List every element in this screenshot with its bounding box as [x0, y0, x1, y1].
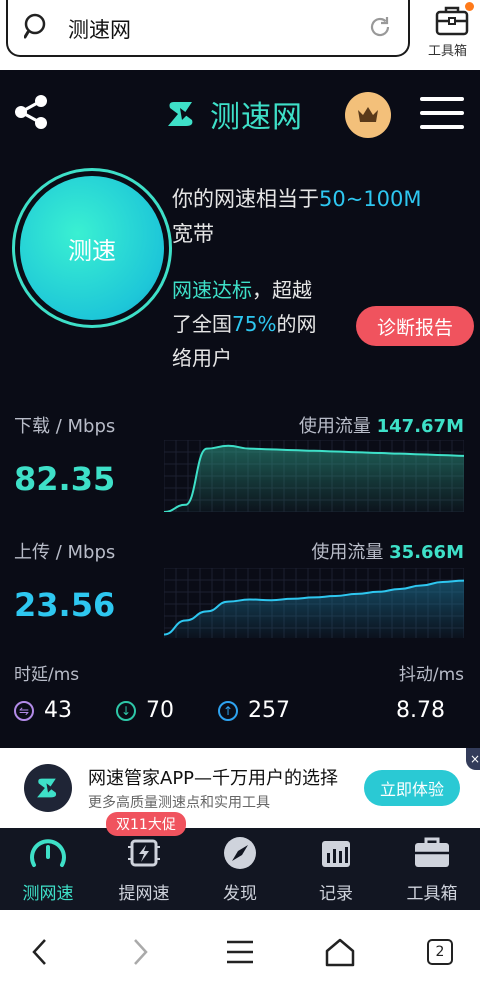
compass-icon [224, 837, 256, 869]
ping-value: 43 [44, 698, 72, 723]
forward-button[interactable] [120, 932, 160, 972]
download-latency-item: ↓ 70 [116, 698, 174, 723]
download-latency-value: 70 [146, 698, 174, 723]
app-logo: 测速网 [164, 92, 303, 136]
logo-text: 测速网 [210, 100, 303, 135]
upload-latency-item: ↑ 257 [218, 698, 290, 723]
upload-speed-value: 23.56 [14, 586, 116, 624]
ranking-summary: 网速达标，超越 了全国75%的网 络用户 [172, 278, 317, 370]
ad-try-now-button[interactable]: 立即体验 [364, 770, 460, 806]
bandwidth-summary: 你的网速相当于50~100M 宽带 [172, 187, 422, 246]
menu-icon [420, 97, 464, 101]
jitter-item: 8.78 [396, 698, 445, 723]
download-traffic: 使用流量 147.67M [298, 416, 464, 437]
download-trend-area [164, 445, 464, 512]
tabs-button[interactable]: 2 [420, 932, 460, 972]
download-chart [164, 440, 464, 512]
diagnose-report-button[interactable]: 诊断报告 [356, 306, 474, 346]
nav-label: 提网速 [118, 884, 170, 904]
chevron-right-icon [134, 939, 148, 965]
nav-label: 发现 [223, 884, 257, 904]
arrow-down-icon: ↓ [116, 700, 136, 721]
record-chart-icon [322, 841, 350, 867]
browser-toolbox-button[interactable]: 工具箱 [424, 2, 480, 62]
nav-item-records[interactable]: 记录 [288, 828, 384, 910]
toolbox-icon [435, 6, 469, 36]
toolbox-label: 工具箱 [428, 44, 468, 59]
share-icon[interactable] [14, 94, 50, 130]
gauge-icon [30, 839, 66, 867]
nav-label: 记录 [319, 884, 353, 904]
nav-item-boost[interactable]: 提网速 [96, 828, 192, 910]
browser-top-bar: 测速网 工具箱 [0, 0, 480, 70]
upload-trend-area [164, 580, 464, 638]
notification-dot [465, 2, 474, 11]
logo-icon [37, 778, 57, 798]
upload-chart [164, 568, 464, 638]
upload-label: 上传 / Mbps [14, 542, 116, 563]
download-label: 下载 / Mbps [14, 416, 116, 437]
start-test-button[interactable]: 测速 [20, 176, 164, 320]
ping-icon: ⇋ [14, 700, 34, 721]
close-icon: × [469, 752, 480, 766]
ad-banner[interactable]: 网速管家APP—千万用户的选择 更多高质量测速点和实用工具 立即体验 × [0, 748, 480, 828]
nav-item-toolbox[interactable]: 工具箱 [384, 828, 480, 910]
home-button[interactable] [320, 932, 360, 972]
latency-label: 时延/ms [14, 665, 80, 685]
jitter-label: 抖动/ms [398, 665, 464, 685]
ping-item: ⇋ 43 [14, 698, 72, 723]
upload-traffic: 使用流量 35.66M [311, 542, 464, 563]
start-test-label: 测速 [68, 236, 116, 265]
crown-icon [358, 107, 378, 122]
search-text[interactable]: 测速网 [68, 14, 131, 44]
upload-traffic-value: 35.66M [389, 542, 464, 563]
home-icon [325, 938, 355, 967]
menu-icon [227, 940, 253, 964]
nav-item-speedtest[interactable]: 测网速 [0, 828, 96, 910]
search-icon [24, 13, 46, 39]
search-box[interactable]: 测速网 [6, 0, 410, 57]
speedtest-app: 测速网 测速 你的网速相当于50~100M 宽带 网速达标，超越 了全国75%的… [0, 70, 480, 748]
jitter-value: 8.78 [396, 698, 445, 723]
speed-status: 网速达标 [172, 278, 252, 302]
promo-badge: 双11大促 [106, 812, 186, 836]
nav-label: 测网速 [22, 884, 74, 904]
ad-subtitle: 更多高质量测速点和实用工具 [88, 795, 270, 811]
logo-icon [168, 102, 193, 126]
browser-bottom-bar: 2 [0, 910, 480, 998]
toolbox-icon [415, 837, 449, 867]
browser-menu-button[interactable] [220, 932, 260, 972]
arrow-up-icon: ↑ [218, 700, 238, 721]
nav-item-discover[interactable]: 发现 [192, 828, 288, 910]
chevron-left-icon [32, 939, 46, 965]
bandwidth-value: 50~100M [319, 187, 422, 211]
vip-crown-button[interactable] [345, 92, 391, 138]
download-speed-value: 82.35 [14, 460, 116, 498]
download-traffic-value: 147.67M [376, 416, 464, 437]
reload-icon[interactable] [368, 15, 392, 39]
upload-latency-value: 257 [248, 698, 290, 723]
app-bottom-nav: 测网速 提网速 发现 记录 工具箱 [0, 828, 480, 910]
chip-bolt-icon [128, 839, 160, 867]
nav-label: 工具箱 [406, 884, 458, 904]
back-button[interactable] [20, 932, 60, 972]
ad-title: 网速管家APP—千万用户的选择 [88, 768, 339, 789]
ranking-percent: 75% [232, 312, 277, 336]
menu-button[interactable] [420, 97, 464, 129]
tabs-count: 2 [427, 939, 453, 965]
ad-close-button[interactable]: × [466, 748, 480, 770]
ad-app-icon [24, 764, 72, 812]
